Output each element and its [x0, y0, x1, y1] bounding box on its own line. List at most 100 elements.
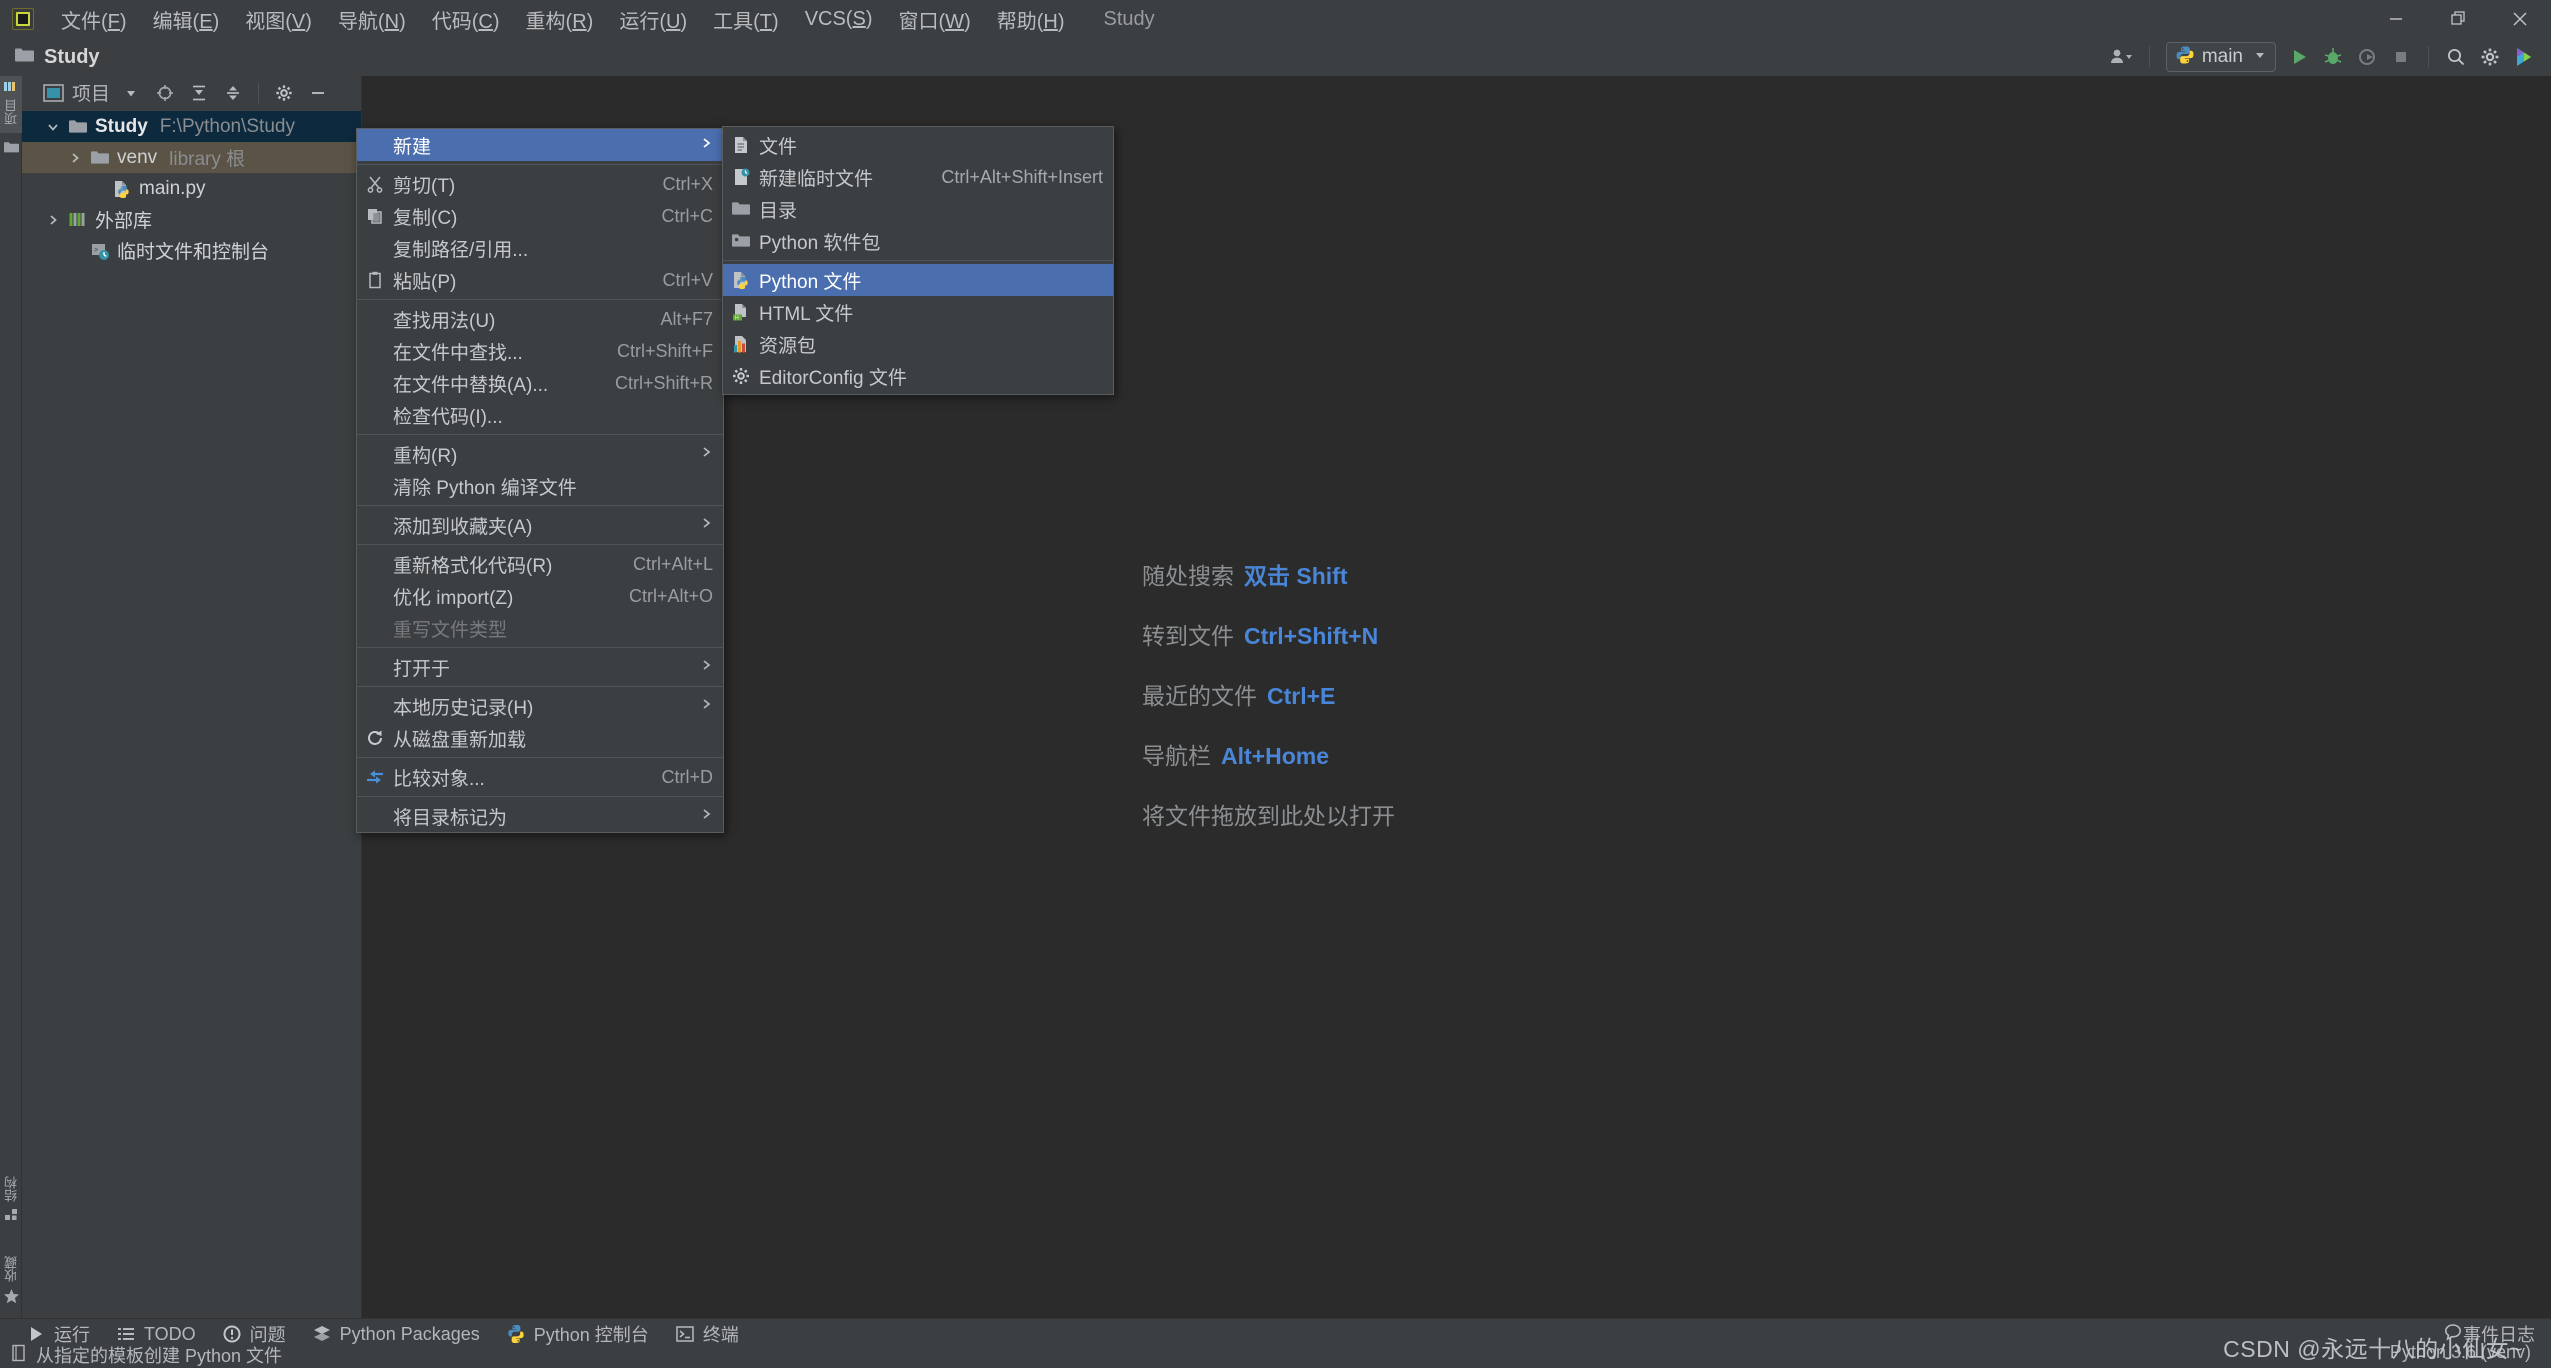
ctx-cut[interactable]: 剪切(T) Ctrl+X: [357, 168, 723, 200]
menu-separator: [357, 299, 723, 300]
settings-icon[interactable]: [2473, 42, 2507, 72]
vtab-favorites[interactable]: 收藏: [0, 1256, 22, 1308]
sub-editorconfig-file[interactable]: EditorConfig 文件: [723, 360, 1113, 392]
chevron-down-icon: [2253, 48, 2267, 66]
terminal-icon: [675, 1324, 695, 1344]
ctx-local-history[interactable]: 本地历史记录(H): [357, 690, 723, 722]
tree-item-Study[interactable]: Study F:\Python\Study: [22, 111, 361, 142]
debug-icon[interactable]: [2316, 42, 2350, 72]
sub-scratch-file[interactable]: 新建临时文件 Ctrl+Alt+Shift+Insert: [723, 161, 1113, 193]
chevron-right-icon[interactable]: [42, 213, 64, 227]
status-message: 从指定的模板创建 Python 文件: [36, 1346, 283, 1366]
left-tool-strip: 项目 结构 收藏: [0, 76, 22, 1318]
vtab-structure[interactable]: 结构: [0, 1176, 22, 1226]
menu-view[interactable]: 视图(V): [232, 3, 325, 36]
editor-tip-label: 将文件拖放到此处以打开: [1142, 803, 1395, 829]
ctx-paste[interactable]: 粘贴(P) Ctrl+V: [357, 264, 723, 296]
menu-navigate[interactable]: 导航(N): [325, 3, 419, 36]
structure-icon: [4, 1208, 19, 1226]
vtab-folder-icon-item[interactable]: [0, 140, 22, 157]
tool-terminal[interactable]: 终端: [675, 1321, 739, 1347]
menu-item-label: 新建: [393, 136, 432, 158]
coverage-icon[interactable]: [2350, 42, 2384, 72]
tool-python-console[interactable]: Python 控制台: [506, 1321, 649, 1347]
status-bar: 从指定的模板创建 Python 文件 Python 3.6 (venv): [0, 1342, 2551, 1366]
account-icon[interactable]: [2105, 42, 2139, 72]
ai-assistant-icon[interactable]: [2507, 42, 2541, 72]
ctx-copy[interactable]: 复制(C) Ctrl+C: [357, 200, 723, 232]
maximize-button[interactable]: [2427, 0, 2489, 38]
sub-python-package[interactable]: Python 软件包: [723, 225, 1113, 257]
menu-item-label: 目录: [759, 200, 798, 222]
search-everywhere-icon[interactable]: [2439, 42, 2473, 72]
editor-tip: 转到文件 Ctrl+Shift+N: [1142, 606, 1395, 666]
sub-file[interactable]: 文件: [723, 129, 1113, 161]
python-icon: [2175, 45, 2195, 70]
ctx-compare-with[interactable]: 比较对象... Ctrl+D: [357, 761, 723, 793]
expand-all-icon[interactable]: [182, 80, 216, 106]
project-view-icon: [3, 80, 19, 99]
tree-item-main.py[interactable]: main.py: [22, 173, 361, 204]
ctx-override-file-type: 重写文件类型: [357, 612, 723, 644]
file-icon: [723, 135, 759, 155]
editor-tip-shortcut: Ctrl+Shift+N: [1244, 623, 1379, 649]
tree-item-node4[interactable]: > 临时文件和控制台: [22, 235, 361, 266]
hide-icon[interactable]: [301, 80, 335, 106]
ctx-copy-path[interactable]: 复制路径/引用...: [357, 232, 723, 264]
tree-item-label: venv: [117, 146, 158, 168]
sub-python-file[interactable]: Python 文件: [723, 264, 1113, 296]
chevron-right-icon[interactable]: [64, 151, 86, 165]
run-configuration-selector[interactable]: main: [2165, 42, 2276, 72]
menu-refactor[interactable]: 重构(R): [513, 3, 607, 36]
editor-tip-label: 随处搜索: [1142, 563, 1234, 589]
menu-edit[interactable]: 编辑(E): [140, 3, 233, 36]
ctx-clean-pyc[interactable]: 清除 Python 编译文件: [357, 470, 723, 502]
menu-item-label: HTML 文件: [759, 303, 854, 325]
ctx-optimize-imports[interactable]: 优化 import(Z) Ctrl+Alt+O: [357, 580, 723, 612]
ctx-find-usages[interactable]: 查找用法(U) Alt+F7: [357, 303, 723, 335]
sub-resource-bundle[interactable]: 资源包: [723, 328, 1113, 360]
ctx-open-in[interactable]: 打开于: [357, 651, 723, 683]
menu-code[interactable]: 代码(C): [419, 3, 513, 36]
vtab-project[interactable]: 项目: [0, 76, 22, 133]
menu-tools[interactable]: 工具(T): [700, 3, 792, 36]
menu-help[interactable]: 帮助(H): [984, 3, 1078, 36]
chevron-down-icon[interactable]: [114, 80, 148, 106]
status-message-group: 从指定的模板创建 Python 文件: [10, 1342, 282, 1368]
close-button[interactable]: [2489, 0, 2551, 38]
menu-window[interactable]: 窗口(W): [886, 3, 984, 36]
chevron-down-icon[interactable]: [42, 120, 64, 134]
ctx-reformat-code[interactable]: 重新格式化代码(R) Ctrl+Alt+L: [357, 548, 723, 580]
editor-tip-shortcut: Alt+Home: [1221, 743, 1329, 769]
folder-icon: [90, 148, 110, 168]
ctx-add-to-favorites[interactable]: 添加到收藏夹(A): [357, 509, 723, 541]
menu-separator: [357, 434, 723, 435]
locate-icon[interactable]: [148, 80, 182, 106]
minimize-button[interactable]: [2365, 0, 2427, 38]
tree-item-node3[interactable]: 外部库: [22, 204, 361, 235]
tree-item-venv[interactable]: venv library 根: [22, 142, 361, 173]
star-icon: [3, 1288, 20, 1308]
menu-file[interactable]: 文件(F): [48, 3, 140, 36]
sub-directory[interactable]: 目录: [723, 193, 1113, 225]
ctx-reload-from-disk[interactable]: 从磁盘重新加载: [357, 722, 723, 754]
ctx-inspect-code[interactable]: 检查代码(I)...: [357, 399, 723, 431]
scratch-file-icon: [723, 167, 759, 187]
menu-vcs[interactable]: VCS(S): [792, 6, 886, 33]
reload-icon: [357, 728, 393, 748]
ctx-mark-directory-as[interactable]: 将目录标记为: [357, 800, 723, 832]
ctx-new[interactable]: 新建: [357, 129, 723, 161]
menu-run[interactable]: 运行(U): [606, 3, 700, 36]
stop-icon[interactable]: [2384, 42, 2418, 72]
settings-icon[interactable]: [267, 80, 301, 106]
run-icon[interactable]: [2282, 42, 2316, 72]
sub-html-file[interactable]: H HTML 文件: [723, 296, 1113, 328]
ctx-replace-in-files[interactable]: 在文件中替换(A)... Ctrl+Shift+R: [357, 367, 723, 399]
ctx-find-in-files[interactable]: 在文件中查找... Ctrl+Shift+F: [357, 335, 723, 367]
folder-icon: [68, 117, 88, 137]
collapse-all-icon[interactable]: [216, 80, 250, 106]
tool-python-packages[interactable]: Python Packages: [312, 1324, 480, 1345]
menu-item-label: 清除 Python 编译文件: [393, 477, 577, 499]
ctx-refactor[interactable]: 重构(R): [357, 438, 723, 470]
template-icon: [10, 1344, 27, 1367]
